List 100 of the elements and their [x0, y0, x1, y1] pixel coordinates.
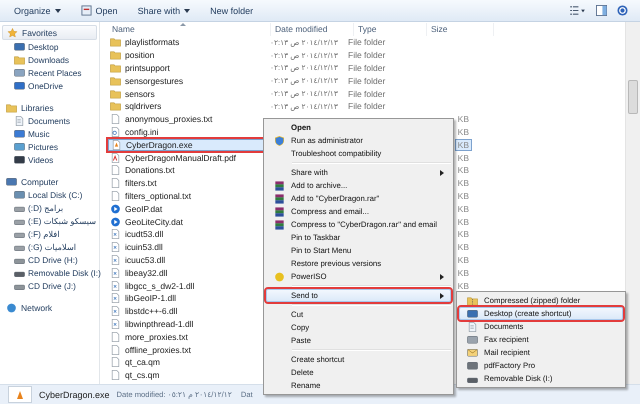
file-name-cell[interactable]: libwinpthread-1.dll [108, 318, 266, 330]
sidebar-item[interactable]: برامج (D:) [0, 201, 99, 214]
sidebar-item[interactable]: Desktop [0, 40, 99, 53]
sidebar-item[interactable]: سيسكو شبكات (E:) [0, 214, 99, 227]
sidebar-item[interactable]: Removable Disk (I:) [0, 266, 99, 279]
column-header[interactable]: Name [108, 22, 271, 36]
sidebar-item[interactable]: OneDrive [0, 79, 99, 92]
sidebar-item[interactable]: اسلاميات (G:) [0, 240, 99, 253]
column-header[interactable]: Date modified [271, 22, 354, 36]
sidebar-icon [14, 190, 25, 200]
file-name-cell[interactable]: printsupport [108, 62, 266, 74]
file-icon [110, 37, 121, 48]
file-icon [110, 101, 121, 112]
size-cell-text: KB [456, 164, 470, 176]
file-icon [110, 229, 121, 240]
file-name-cell[interactable]: CyberDragonManualDraft.pdf [108, 152, 266, 164]
file-name-cell[interactable]: libgcc_s_dw2-1.dll [108, 280, 266, 292]
menu-icon [274, 272, 284, 282]
toolbar-button[interactable]: Open [72, 3, 126, 18]
file-name-cell[interactable]: qt_ca.qm [108, 356, 266, 368]
file-name-cell[interactable]: icudt53.dll [108, 228, 266, 240]
file-icon [110, 76, 121, 86]
file-icon [110, 152, 121, 163]
column-header[interactable]: Type [354, 22, 427, 36]
file-name-cell[interactable]: libeay32.dll [108, 266, 266, 279]
size-cell-text: KB [456, 266, 470, 279]
sidebar-item[interactable]: CD Drive (J:) [0, 279, 99, 292]
file-icon [110, 357, 121, 368]
type-cell-text: File folder [347, 74, 386, 87]
toolbar-button[interactable]: New folder [202, 4, 262, 18]
menu-icon [466, 360, 478, 370]
file-icon [110, 344, 121, 355]
size-cell-text: KB [456, 280, 470, 292]
file-name-cell[interactable]: icuin53.dll [108, 241, 266, 254]
sidebar-item[interactable]: Local Disk (C:) [0, 188, 99, 201]
file-name-cell[interactable]: config.ini [108, 126, 266, 138]
file-icon [110, 216, 121, 227]
toolbar-button[interactable]: Share with [130, 4, 198, 18]
toolbar-button[interactable]: Organize [6, 4, 69, 18]
file-name-cell[interactable]: GeoLiteCity.dat [108, 216, 266, 228]
file-name-cell[interactable]: sqldrivers [108, 100, 266, 112]
file-icon [110, 88, 121, 99]
sidebar-item[interactable]: Documents [0, 114, 99, 127]
file-name-cell[interactable]: libGeoIP-1.dll [108, 292, 266, 304]
sidebar-icon [14, 68, 25, 78]
sidebar-header[interactable]: Network [2, 301, 97, 314]
size-cell-text: KB [456, 216, 470, 228]
submenu-arrow-icon [440, 274, 444, 280]
sidebar-item[interactable]: CD Drive (H:) [0, 253, 99, 266]
sidebar-item[interactable]: افلام (F:) [0, 227, 99, 240]
file-icon [110, 62, 121, 73]
window-icon [80, 5, 92, 16]
file-name-cell[interactable]: filters.txt [108, 177, 266, 190]
type-cell-text: File folder [347, 100, 386, 112]
file-name-cell[interactable]: qt_cs.qm [108, 369, 266, 382]
file-name-cell[interactable]: filters_optional.txt [108, 190, 266, 202]
file-name-cell[interactable]: Donations.txt [108, 164, 266, 176]
size-cell-text: KB [456, 152, 470, 164]
file-name-cell[interactable]: CyberDragon.exe [108, 138, 266, 151]
menu-icon [274, 220, 284, 230]
file-icon [110, 50, 121, 60]
sidebar-item[interactable]: Downloads [0, 53, 99, 66]
sidebar-item[interactable]: Videos [0, 153, 99, 166]
sidebar-item[interactable]: Pictures [0, 140, 99, 153]
file-name-cell[interactable]: position [108, 49, 266, 62]
file-icon [110, 293, 121, 304]
sidebar-header[interactable]: Favorites [2, 25, 97, 40]
submenu-arrow-icon [440, 292, 444, 298]
sidebar-icon [14, 128, 25, 138]
type-cell-text: File folder [347, 88, 386, 100]
file-icon [110, 126, 121, 137]
scrollbar[interactable] [625, 22, 640, 384]
status-filename: CyberDragon.exe [39, 390, 110, 400]
sidebar-icon [6, 102, 17, 112]
file-icon [110, 268, 121, 278]
column-header[interactable]: Size [427, 22, 494, 36]
caret-icon [184, 8, 190, 12]
file-icon [110, 204, 121, 214]
file-name-cell[interactable]: sensors [108, 88, 266, 100]
file-name-cell[interactable]: playlistformats [108, 36, 266, 48]
size-cell-text: KB [456, 254, 470, 266]
file-name-cell[interactable]: icuuc53.dll [108, 254, 266, 266]
file-name-cell[interactable]: sensorgestures [108, 74, 266, 87]
preview-pane-icon[interactable] [596, 5, 607, 16]
sidebar-header[interactable]: Computer [2, 175, 97, 188]
menu-icon [466, 308, 478, 318]
file-name-cell[interactable]: more_proxies.txt [108, 330, 266, 343]
sidebar-header[interactable]: Libraries [2, 101, 97, 114]
file-name-cell[interactable]: anonymous_proxies.txt [108, 113, 266, 126]
view-options-icon[interactable] [569, 5, 586, 16]
size-cell: KB [454, 138, 472, 151]
file-name-cell[interactable]: libstdc++-6.dll [108, 305, 266, 318]
file-name-cell[interactable]: GeoIP.dat [108, 202, 266, 215]
sidebar-icon [6, 176, 17, 186]
help-icon[interactable] [617, 5, 628, 16]
sidebar-item[interactable]: Recent Places [0, 66, 99, 79]
sidebar-item[interactable]: Music [0, 127, 99, 140]
file-icon [110, 254, 121, 265]
size-cell-text: KB [456, 113, 470, 126]
file-name-cell[interactable]: offline_proxies.txt [108, 344, 266, 356]
